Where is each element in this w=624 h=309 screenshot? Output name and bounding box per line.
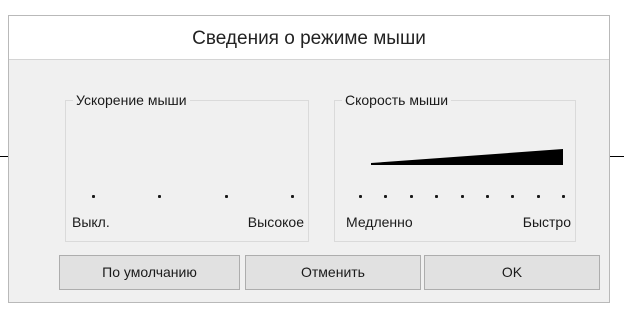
speed-tick-marks (359, 195, 565, 201)
speed-tick (410, 195, 413, 198)
acceleration-tick (158, 195, 161, 198)
acceleration-high-label: Высокое (247, 214, 304, 230)
speed-fast-label: Быстро (522, 214, 571, 230)
mouse-acceleration-title: Ускорение мыши (73, 91, 190, 109)
speed-tick (461, 195, 464, 198)
acceleration-off-label: Выкл. (72, 214, 110, 230)
speed-tick (537, 195, 540, 198)
mouse-speed-title: Скорость мыши (342, 91, 452, 109)
default-button[interactable]: По умолчанию (59, 255, 240, 290)
dialog-title: Сведения о режиме мыши (9, 16, 609, 60)
speed-tick (435, 195, 438, 198)
speed-tick (511, 195, 514, 198)
speed-tick (384, 195, 387, 198)
cancel-button[interactable]: Отменить (245, 255, 421, 290)
acceleration-tick (92, 195, 95, 198)
speed-tick (486, 195, 489, 198)
speed-tick (359, 195, 362, 198)
mouse-speed-group: Скорость мыши Медленно Быстро (334, 91, 576, 242)
acceleration-tick (225, 195, 228, 198)
speed-ramp-icon (371, 149, 563, 165)
ok-button[interactable]: OK (424, 255, 600, 290)
mouse-mode-dialog: Сведения о режиме мыши Ускорение мыши Вы… (8, 15, 610, 303)
acceleration-tick (291, 195, 294, 198)
acceleration-tick-marks (92, 195, 294, 201)
mouse-acceleration-group: Ускорение мыши Выкл. Высокое (65, 91, 309, 242)
speed-slow-label: Медленно (346, 214, 413, 230)
speed-tick (562, 195, 565, 198)
